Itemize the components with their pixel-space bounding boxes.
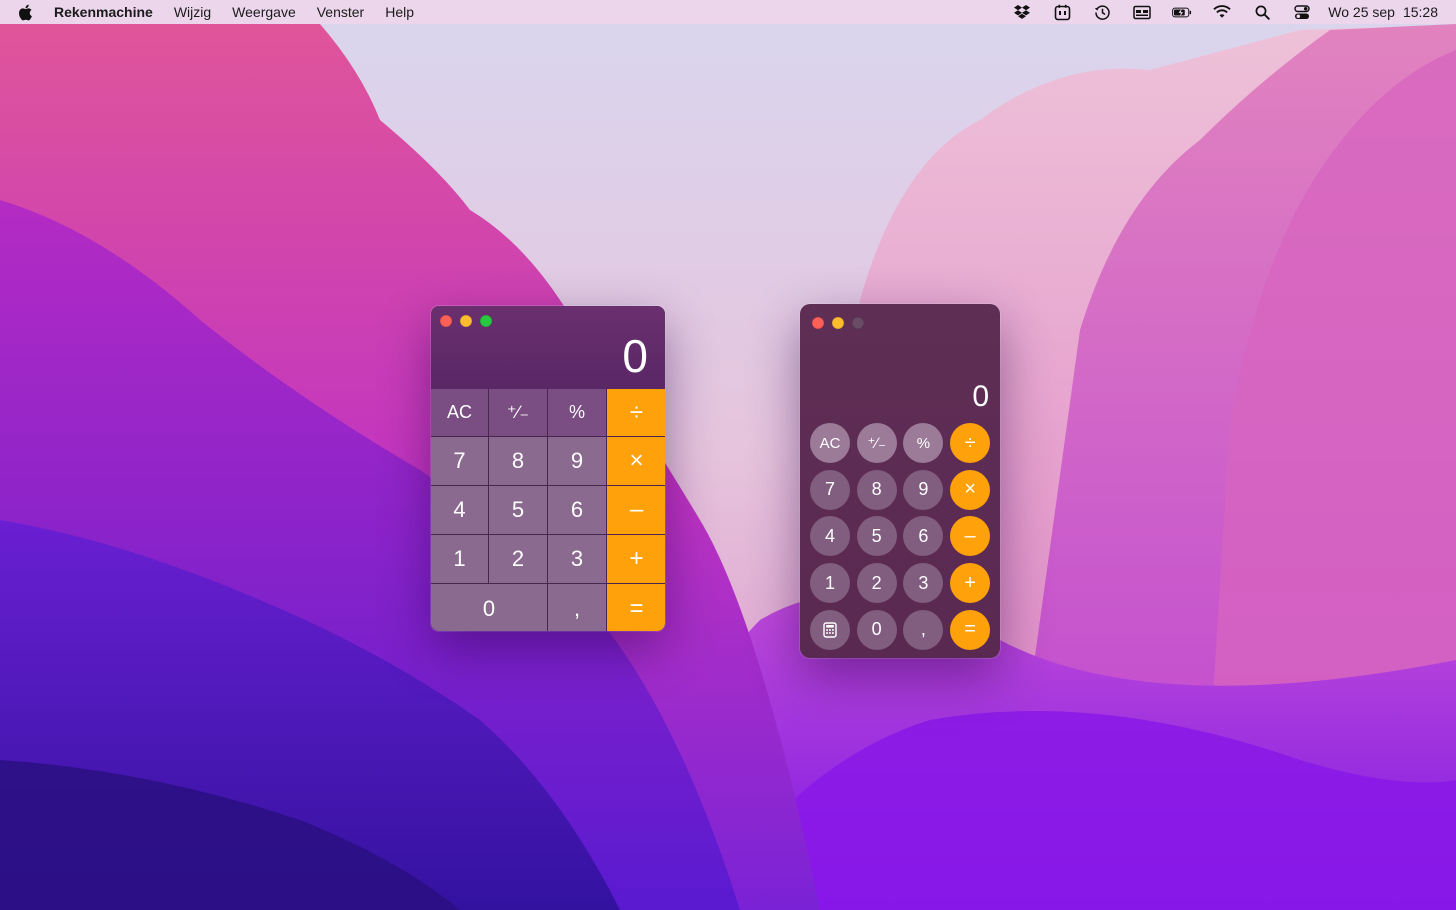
key-subtract[interactable]: –	[607, 486, 665, 534]
key-9[interactable]: 9	[903, 469, 944, 510]
key-6[interactable]: 6	[903, 516, 944, 557]
key-divide[interactable]: ÷	[950, 423, 991, 463]
menu-weergave[interactable]: Weergave	[232, 4, 296, 20]
key-multiply[interactable]: ×	[607, 437, 665, 485]
calculator-window-modern[interactable]: 0 AC ⁺∕₋ % ÷ 7 8 9 × 4 5 6 – 1 2 3 + 0 ,…	[800, 304, 1000, 658]
key-multiply[interactable]: ×	[950, 469, 991, 510]
calculator-display: 0	[622, 330, 649, 382]
calculator-classic-display-area: 0	[431, 306, 665, 389]
menu-app-name[interactable]: Rekenmachine	[54, 4, 153, 20]
minimize-button[interactable]	[832, 317, 844, 329]
key-divide[interactable]: ÷	[607, 389, 665, 436]
desktop-wallpaper	[0, 0, 1456, 910]
key-2[interactable]: 2	[489, 535, 547, 583]
tray-icon[interactable]	[1052, 3, 1072, 21]
wifi-icon[interactable]	[1212, 3, 1232, 21]
close-button[interactable]	[812, 317, 824, 329]
key-2[interactable]: 2	[856, 563, 897, 604]
key-1[interactable]: 1	[431, 535, 488, 583]
calculator-display: 0	[972, 380, 989, 413]
key-add[interactable]: +	[950, 563, 991, 604]
display-icon[interactable]	[1132, 3, 1152, 21]
battery-icon[interactable]	[1172, 3, 1192, 21]
window-controls	[440, 315, 500, 327]
menubar-time: 15:28	[1402, 4, 1438, 20]
key-8[interactable]: 8	[856, 469, 897, 510]
key-clear[interactable]: AC	[810, 423, 850, 463]
key-equals[interactable]: =	[607, 584, 665, 631]
menu-wijzig[interactable]: Wijzig	[174, 4, 211, 20]
key-1[interactable]: 1	[810, 563, 850, 604]
spotlight-icon[interactable]	[1252, 3, 1272, 21]
key-8[interactable]: 8	[489, 437, 547, 485]
menubar-date: Wo 25 sep	[1328, 4, 1395, 20]
key-0[interactable]: 0	[856, 609, 897, 650]
key-6[interactable]: 6	[548, 486, 606, 534]
menu-help[interactable]: Help	[385, 4, 414, 20]
key-plus-minus[interactable]: ⁺∕₋	[489, 389, 547, 436]
key-decimal[interactable]: ,	[548, 584, 606, 631]
key-subtract[interactable]: –	[950, 516, 991, 557]
window-controls	[812, 317, 872, 329]
key-4[interactable]: 4	[810, 516, 850, 557]
key-percent[interactable]: %	[903, 423, 944, 463]
time-machine-icon[interactable]	[1092, 3, 1112, 21]
close-button[interactable]	[440, 315, 452, 327]
menu-venster[interactable]: Venster	[317, 4, 364, 20]
calculator-icon[interactable]	[810, 609, 850, 650]
key-0[interactable]: 0	[431, 584, 547, 631]
key-4[interactable]: 4	[431, 486, 488, 534]
calculator-window-classic[interactable]: 0 AC ⁺∕₋ % ÷ 7 8 9 × 4 5 6 – 1 2 3 + 0 ,…	[431, 306, 665, 631]
key-7[interactable]: 7	[810, 469, 850, 510]
key-5[interactable]: 5	[489, 486, 547, 534]
key-9[interactable]: 9	[548, 437, 606, 485]
key-equals[interactable]: =	[950, 609, 991, 650]
key-clear[interactable]: AC	[431, 389, 488, 436]
key-decimal[interactable]: ,	[903, 609, 944, 650]
key-3[interactable]: 3	[548, 535, 606, 583]
apple-logo-icon[interactable]	[18, 3, 34, 21]
zoom-button[interactable]	[480, 315, 492, 327]
minimize-button[interactable]	[460, 315, 472, 327]
key-plus-minus[interactable]: ⁺∕₋	[856, 423, 897, 463]
key-5[interactable]: 5	[856, 516, 897, 557]
key-7[interactable]: 7	[431, 437, 488, 485]
calculator-keypad: AC ⁺∕₋ % ÷ 7 8 9 × 4 5 6 – 1 2 3 + 0 , =	[431, 389, 665, 631]
control-center-icon[interactable]	[1292, 3, 1312, 21]
menubar-clock[interactable]: Wo 25 sep 15:28	[1328, 4, 1438, 20]
key-percent[interactable]: %	[548, 389, 606, 436]
menu-bar: Rekenmachine Wijzig Weergave Venster Hel…	[0, 0, 1456, 24]
calculator-keypad: AC ⁺∕₋ % ÷ 7 8 9 × 4 5 6 – 1 2 3 + 0 , =	[810, 423, 991, 650]
zoom-button-disabled	[852, 317, 864, 329]
key-add[interactable]: +	[607, 535, 665, 583]
dropbox-icon[interactable]	[1012, 3, 1032, 21]
key-3[interactable]: 3	[903, 563, 944, 604]
